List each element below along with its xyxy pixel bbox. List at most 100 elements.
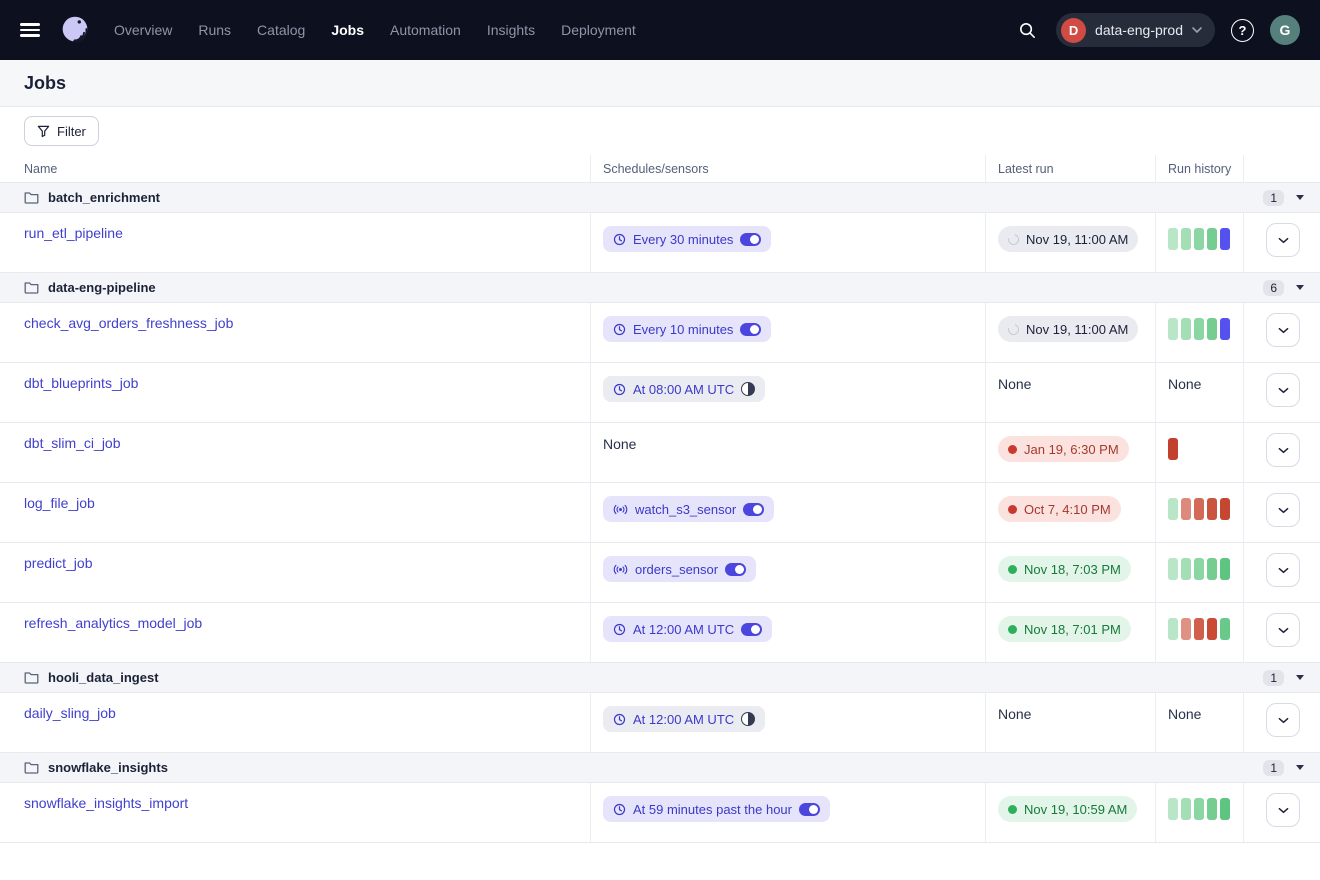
- expand-row-button[interactable]: [1266, 553, 1300, 587]
- latest-run-pill[interactable]: Oct 7, 4:10 PM: [998, 496, 1121, 522]
- run-history-bars[interactable]: [1168, 436, 1233, 460]
- run-history-bar[interactable]: [1194, 318, 1204, 340]
- run-history-bar[interactable]: [1207, 318, 1217, 340]
- toggle-on-icon[interactable]: [743, 503, 764, 516]
- run-history-bars[interactable]: [1168, 556, 1233, 580]
- job-link[interactable]: predict_job: [24, 555, 93, 571]
- menu-icon[interactable]: [20, 23, 40, 37]
- latest-run-pill[interactable]: Nov 19, 11:00 AM: [998, 226, 1138, 252]
- run-history-bar[interactable]: [1181, 318, 1191, 340]
- job-group-row[interactable]: hooli_data_ingest1: [0, 663, 1320, 693]
- schedule-pill[interactable]: At 12:00 AM UTC: [603, 706, 765, 732]
- job-link[interactable]: daily_sling_job: [24, 705, 116, 721]
- latest-run-pill[interactable]: Nov 18, 7:03 PM: [998, 556, 1131, 582]
- nav-item-automation[interactable]: Automation: [390, 22, 461, 38]
- expand-row-button[interactable]: [1266, 373, 1300, 407]
- run-history-bars[interactable]: [1168, 616, 1233, 640]
- schedule-pill[interactable]: Every 30 minutes: [603, 226, 771, 252]
- toggle-on-icon[interactable]: [799, 803, 820, 816]
- run-history-bar[interactable]: [1168, 318, 1178, 340]
- run-history-bar[interactable]: [1181, 228, 1191, 250]
- run-history-bar[interactable]: [1194, 798, 1204, 820]
- help-icon[interactable]: ?: [1231, 19, 1254, 42]
- run-history-bar[interactable]: [1207, 558, 1217, 580]
- run-history-bar[interactable]: [1168, 618, 1178, 640]
- job-link[interactable]: run_etl_pipeline: [24, 225, 123, 241]
- run-history-bar[interactable]: [1181, 618, 1191, 640]
- nav-item-catalog[interactable]: Catalog: [257, 22, 305, 38]
- latest-run-pill[interactable]: Jan 19, 6:30 PM: [998, 436, 1129, 462]
- job-link[interactable]: dbt_blueprints_job: [24, 375, 138, 391]
- run-history-bar[interactable]: [1220, 798, 1230, 820]
- expand-row-button[interactable]: [1266, 613, 1300, 647]
- latest-run-pill[interactable]: Nov 19, 10:59 AM: [998, 796, 1137, 822]
- job-group-row[interactable]: data-eng-pipeline6: [0, 273, 1320, 303]
- job-link[interactable]: dbt_slim_ci_job: [24, 435, 121, 451]
- run-history-bar[interactable]: [1220, 558, 1230, 580]
- run-history-bar[interactable]: [1194, 618, 1204, 640]
- user-avatar[interactable]: G: [1270, 15, 1300, 45]
- run-history-bar[interactable]: [1194, 558, 1204, 580]
- run-history-bar[interactable]: [1168, 798, 1178, 820]
- toggle-off-icon[interactable]: [741, 382, 755, 396]
- run-history-bar[interactable]: [1181, 558, 1191, 580]
- job-link[interactable]: refresh_analytics_model_job: [24, 615, 202, 631]
- nav-item-jobs[interactable]: Jobs: [331, 22, 364, 38]
- schedule-pill[interactable]: At 59 minutes past the hour: [603, 796, 830, 822]
- expand-row-button[interactable]: [1266, 433, 1300, 467]
- group-collapse-caret-icon[interactable]: [1296, 285, 1304, 290]
- run-history-bar[interactable]: [1220, 618, 1230, 640]
- toggle-on-icon[interactable]: [725, 563, 746, 576]
- group-collapse-caret-icon[interactable]: [1296, 675, 1304, 680]
- group-collapse-caret-icon[interactable]: [1296, 195, 1304, 200]
- latest-run-pill[interactable]: Nov 19, 11:00 AM: [998, 316, 1138, 342]
- job-group-row[interactable]: batch_enrichment1: [0, 183, 1320, 213]
- dagster-logo-icon[interactable]: [56, 11, 94, 49]
- expand-row-button[interactable]: [1266, 493, 1300, 527]
- run-history-bar[interactable]: [1181, 498, 1191, 520]
- expand-row-button[interactable]: [1266, 793, 1300, 827]
- run-history-bars[interactable]: [1168, 496, 1233, 520]
- group-collapse-caret-icon[interactable]: [1296, 765, 1304, 770]
- filter-button[interactable]: Filter: [24, 116, 99, 146]
- job-link[interactable]: check_avg_orders_freshness_job: [24, 315, 233, 331]
- run-history-bar[interactable]: [1207, 618, 1217, 640]
- expand-row-button[interactable]: [1266, 703, 1300, 737]
- expand-row-button[interactable]: [1266, 313, 1300, 347]
- job-link[interactable]: log_file_job: [24, 495, 95, 511]
- toggle-on-icon[interactable]: [740, 323, 761, 336]
- nav-item-runs[interactable]: Runs: [198, 22, 231, 38]
- run-history-bar[interactable]: [1168, 228, 1178, 250]
- toggle-on-icon[interactable]: [740, 233, 761, 246]
- toggle-on-icon[interactable]: [741, 623, 762, 636]
- run-history-bar[interactable]: [1194, 228, 1204, 250]
- run-history-bar[interactable]: [1207, 798, 1217, 820]
- schedule-pill[interactable]: At 12:00 AM UTC: [603, 616, 772, 642]
- expand-row-button[interactable]: [1266, 223, 1300, 257]
- run-history-bar[interactable]: [1207, 228, 1217, 250]
- run-history-bar[interactable]: [1194, 498, 1204, 520]
- latest-run-pill[interactable]: Nov 18, 7:01 PM: [998, 616, 1131, 642]
- sensor-pill[interactable]: orders_sensor: [603, 556, 756, 582]
- run-history-bar[interactable]: [1168, 498, 1178, 520]
- nav-item-overview[interactable]: Overview: [114, 22, 172, 38]
- run-history-bar[interactable]: [1168, 438, 1178, 460]
- schedule-pill[interactable]: At 08:00 AM UTC: [603, 376, 765, 402]
- run-history-bars[interactable]: [1168, 226, 1233, 250]
- run-history-bars[interactable]: [1168, 316, 1233, 340]
- sensor-pill[interactable]: watch_s3_sensor: [603, 496, 774, 522]
- toggle-off-icon[interactable]: [741, 712, 755, 726]
- schedule-pill[interactable]: Every 10 minutes: [603, 316, 771, 342]
- nav-item-insights[interactable]: Insights: [487, 22, 535, 38]
- run-history-bar[interactable]: [1181, 798, 1191, 820]
- nav-item-deployment[interactable]: Deployment: [561, 22, 636, 38]
- run-history-bar[interactable]: [1220, 318, 1230, 340]
- run-history-bar[interactable]: [1207, 498, 1217, 520]
- search-icon[interactable]: [1014, 17, 1040, 43]
- deployment-switcher[interactable]: D data-eng-prod: [1056, 13, 1215, 47]
- run-history-bar[interactable]: [1168, 558, 1178, 580]
- run-history-bar[interactable]: [1220, 228, 1230, 250]
- run-history-bars[interactable]: [1168, 796, 1233, 820]
- run-history-bar[interactable]: [1220, 498, 1230, 520]
- job-link[interactable]: snowflake_insights_import: [24, 795, 188, 811]
